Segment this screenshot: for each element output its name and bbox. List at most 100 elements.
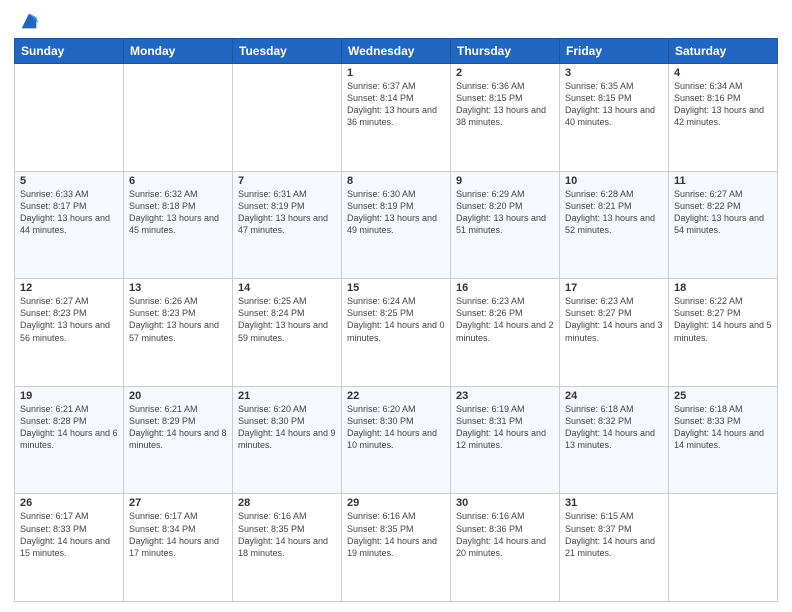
calendar-cell: 9Sunrise: 6:29 AM Sunset: 8:20 PM Daylig…: [451, 171, 560, 279]
day-number: 19: [20, 390, 118, 402]
calendar-header-row: SundayMondayTuesdayWednesdayThursdayFrid…: [15, 39, 778, 64]
calendar-cell: 1Sunrise: 6:37 AM Sunset: 8:14 PM Daylig…: [342, 64, 451, 172]
day-number: 20: [129, 390, 227, 402]
day-number: 3: [565, 67, 663, 79]
day-number: 23: [456, 390, 554, 402]
calendar-cell: 21Sunrise: 6:20 AM Sunset: 8:30 PM Dayli…: [233, 386, 342, 494]
day-number: 2: [456, 67, 554, 79]
day-number: 31: [565, 497, 663, 509]
day-number: 15: [347, 282, 445, 294]
calendar-cell: 18Sunrise: 6:22 AM Sunset: 8:27 PM Dayli…: [669, 279, 778, 387]
day-number: 21: [238, 390, 336, 402]
day-number: 7: [238, 175, 336, 187]
calendar-cell: 23Sunrise: 6:19 AM Sunset: 8:31 PM Dayli…: [451, 386, 560, 494]
day-info: Sunrise: 6:36 AM Sunset: 8:15 PM Dayligh…: [456, 80, 554, 129]
day-number: 5: [20, 175, 118, 187]
day-number: 11: [674, 175, 772, 187]
day-number: 10: [565, 175, 663, 187]
day-number: 17: [565, 282, 663, 294]
logo-icon: [18, 10, 40, 32]
day-info: Sunrise: 6:33 AM Sunset: 8:17 PM Dayligh…: [20, 188, 118, 237]
day-info: Sunrise: 6:27 AM Sunset: 8:22 PM Dayligh…: [674, 188, 772, 237]
calendar-cell: 8Sunrise: 6:30 AM Sunset: 8:19 PM Daylig…: [342, 171, 451, 279]
day-number: 30: [456, 497, 554, 509]
day-info: Sunrise: 6:17 AM Sunset: 8:33 PM Dayligh…: [20, 510, 118, 559]
calendar-week-1: 5Sunrise: 6:33 AM Sunset: 8:17 PM Daylig…: [15, 171, 778, 279]
day-number: 25: [674, 390, 772, 402]
day-info: Sunrise: 6:25 AM Sunset: 8:24 PM Dayligh…: [238, 295, 336, 344]
day-number: 22: [347, 390, 445, 402]
calendar-week-3: 19Sunrise: 6:21 AM Sunset: 8:28 PM Dayli…: [15, 386, 778, 494]
day-info: Sunrise: 6:19 AM Sunset: 8:31 PM Dayligh…: [456, 403, 554, 452]
calendar-cell: 2Sunrise: 6:36 AM Sunset: 8:15 PM Daylig…: [451, 64, 560, 172]
calendar-cell: 11Sunrise: 6:27 AM Sunset: 8:22 PM Dayli…: [669, 171, 778, 279]
day-info: Sunrise: 6:37 AM Sunset: 8:14 PM Dayligh…: [347, 80, 445, 129]
calendar-cell: 20Sunrise: 6:21 AM Sunset: 8:29 PM Dayli…: [124, 386, 233, 494]
day-info: Sunrise: 6:22 AM Sunset: 8:27 PM Dayligh…: [674, 295, 772, 344]
col-header-monday: Monday: [124, 39, 233, 64]
calendar-table: SundayMondayTuesdayWednesdayThursdayFrid…: [14, 38, 778, 602]
calendar-cell: 4Sunrise: 6:34 AM Sunset: 8:16 PM Daylig…: [669, 64, 778, 172]
calendar-cell: 13Sunrise: 6:26 AM Sunset: 8:23 PM Dayli…: [124, 279, 233, 387]
day-info: Sunrise: 6:21 AM Sunset: 8:28 PM Dayligh…: [20, 403, 118, 452]
day-info: Sunrise: 6:16 AM Sunset: 8:35 PM Dayligh…: [347, 510, 445, 559]
day-info: Sunrise: 6:23 AM Sunset: 8:26 PM Dayligh…: [456, 295, 554, 344]
calendar-cell: 25Sunrise: 6:18 AM Sunset: 8:33 PM Dayli…: [669, 386, 778, 494]
calendar-cell: [669, 494, 778, 602]
calendar-cell: 14Sunrise: 6:25 AM Sunset: 8:24 PM Dayli…: [233, 279, 342, 387]
day-info: Sunrise: 6:29 AM Sunset: 8:20 PM Dayligh…: [456, 188, 554, 237]
col-header-sunday: Sunday: [15, 39, 124, 64]
calendar-cell: 6Sunrise: 6:32 AM Sunset: 8:18 PM Daylig…: [124, 171, 233, 279]
day-number: 6: [129, 175, 227, 187]
calendar-cell: 26Sunrise: 6:17 AM Sunset: 8:33 PM Dayli…: [15, 494, 124, 602]
day-info: Sunrise: 6:21 AM Sunset: 8:29 PM Dayligh…: [129, 403, 227, 452]
day-number: 14: [238, 282, 336, 294]
day-number: 1: [347, 67, 445, 79]
day-info: Sunrise: 6:18 AM Sunset: 8:33 PM Dayligh…: [674, 403, 772, 452]
calendar-cell: [233, 64, 342, 172]
day-info: Sunrise: 6:28 AM Sunset: 8:21 PM Dayligh…: [565, 188, 663, 237]
day-number: 4: [674, 67, 772, 79]
calendar-cell: 16Sunrise: 6:23 AM Sunset: 8:26 PM Dayli…: [451, 279, 560, 387]
logo: [14, 10, 40, 32]
day-number: 27: [129, 497, 227, 509]
day-info: Sunrise: 6:35 AM Sunset: 8:15 PM Dayligh…: [565, 80, 663, 129]
calendar-cell: 24Sunrise: 6:18 AM Sunset: 8:32 PM Dayli…: [560, 386, 669, 494]
calendar-cell: 17Sunrise: 6:23 AM Sunset: 8:27 PM Dayli…: [560, 279, 669, 387]
day-info: Sunrise: 6:24 AM Sunset: 8:25 PM Dayligh…: [347, 295, 445, 344]
calendar-week-4: 26Sunrise: 6:17 AM Sunset: 8:33 PM Dayli…: [15, 494, 778, 602]
header: [14, 10, 778, 32]
day-number: 9: [456, 175, 554, 187]
calendar-cell: 27Sunrise: 6:17 AM Sunset: 8:34 PM Dayli…: [124, 494, 233, 602]
day-info: Sunrise: 6:16 AM Sunset: 8:35 PM Dayligh…: [238, 510, 336, 559]
day-info: Sunrise: 6:17 AM Sunset: 8:34 PM Dayligh…: [129, 510, 227, 559]
day-number: 29: [347, 497, 445, 509]
day-info: Sunrise: 6:27 AM Sunset: 8:23 PM Dayligh…: [20, 295, 118, 344]
calendar-cell: 10Sunrise: 6:28 AM Sunset: 8:21 PM Dayli…: [560, 171, 669, 279]
col-header-wednesday: Wednesday: [342, 39, 451, 64]
day-info: Sunrise: 6:20 AM Sunset: 8:30 PM Dayligh…: [238, 403, 336, 452]
day-info: Sunrise: 6:31 AM Sunset: 8:19 PM Dayligh…: [238, 188, 336, 237]
calendar-cell: 5Sunrise: 6:33 AM Sunset: 8:17 PM Daylig…: [15, 171, 124, 279]
calendar-cell: [15, 64, 124, 172]
calendar-cell: 12Sunrise: 6:27 AM Sunset: 8:23 PM Dayli…: [15, 279, 124, 387]
col-header-tuesday: Tuesday: [233, 39, 342, 64]
day-info: Sunrise: 6:32 AM Sunset: 8:18 PM Dayligh…: [129, 188, 227, 237]
day-number: 12: [20, 282, 118, 294]
calendar-cell: [124, 64, 233, 172]
day-info: Sunrise: 6:30 AM Sunset: 8:19 PM Dayligh…: [347, 188, 445, 237]
day-info: Sunrise: 6:20 AM Sunset: 8:30 PM Dayligh…: [347, 403, 445, 452]
calendar-cell: 3Sunrise: 6:35 AM Sunset: 8:15 PM Daylig…: [560, 64, 669, 172]
calendar-cell: 19Sunrise: 6:21 AM Sunset: 8:28 PM Dayli…: [15, 386, 124, 494]
day-info: Sunrise: 6:26 AM Sunset: 8:23 PM Dayligh…: [129, 295, 227, 344]
calendar-cell: 22Sunrise: 6:20 AM Sunset: 8:30 PM Dayli…: [342, 386, 451, 494]
calendar-cell: 15Sunrise: 6:24 AM Sunset: 8:25 PM Dayli…: [342, 279, 451, 387]
day-number: 24: [565, 390, 663, 402]
calendar-cell: 28Sunrise: 6:16 AM Sunset: 8:35 PM Dayli…: [233, 494, 342, 602]
col-header-saturday: Saturday: [669, 39, 778, 64]
day-info: Sunrise: 6:18 AM Sunset: 8:32 PM Dayligh…: [565, 403, 663, 452]
calendar-cell: 30Sunrise: 6:16 AM Sunset: 8:36 PM Dayli…: [451, 494, 560, 602]
day-info: Sunrise: 6:34 AM Sunset: 8:16 PM Dayligh…: [674, 80, 772, 129]
page: SundayMondayTuesdayWednesdayThursdayFrid…: [0, 0, 792, 612]
day-number: 28: [238, 497, 336, 509]
